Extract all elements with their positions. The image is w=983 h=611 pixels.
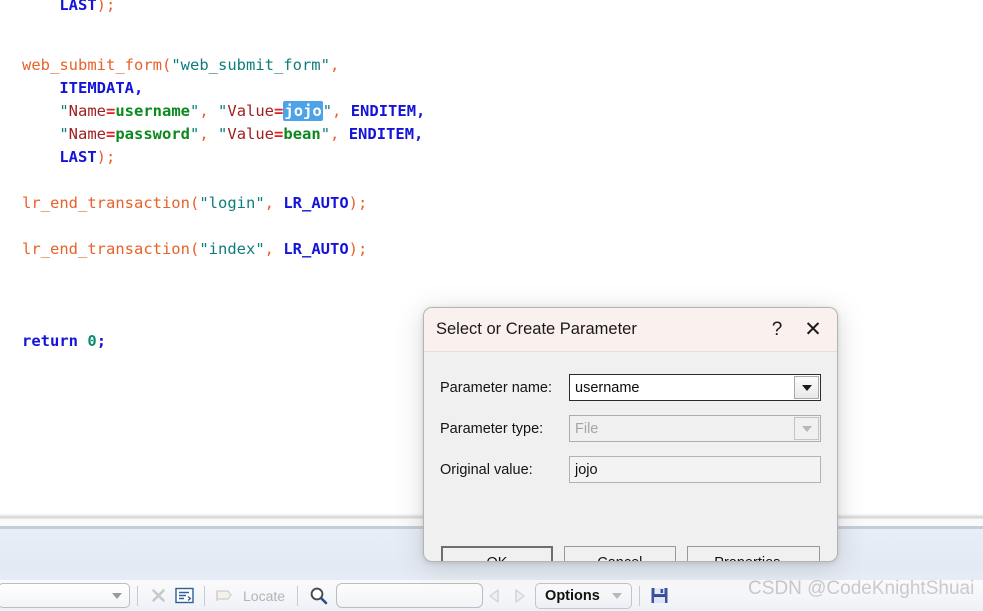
- chevron-down-icon: [801, 384, 812, 391]
- line-password: "Name=password", "Value=bean", ENDITEM,: [59, 125, 424, 143]
- navigate-forward-icon[interactable]: [507, 585, 531, 607]
- selected-text-jojo[interactable]: jojo: [283, 101, 323, 121]
- line-end-index: lr_end_transaction("index", LR_AUTO);: [22, 240, 368, 258]
- original-value-text: jojo: [575, 461, 598, 478]
- line-web-submit-form: web_submit_form("web_submit_form",: [22, 56, 340, 74]
- close-icon[interactable]: ✕: [795, 309, 831, 351]
- parameter-name-combobox[interactable]: username: [569, 374, 821, 401]
- locate-flag-icon[interactable]: [212, 585, 238, 607]
- original-value-field[interactable]: jojo: [569, 456, 821, 483]
- ok-button[interactable]: OK: [441, 546, 553, 561]
- line-return: return 0;: [22, 332, 107, 350]
- parameter-type-combobox: File: [569, 415, 821, 442]
- floppy-save-icon[interactable]: [647, 585, 673, 607]
- options-button[interactable]: Options: [535, 582, 632, 609]
- help-question-icon[interactable]: ?: [759, 309, 795, 351]
- application-window: LAST); web_submit_form("web_submit_form",…: [0, 0, 983, 611]
- parameter-name-dropdown-button[interactable]: [794, 376, 819, 399]
- line-username: "Name=username", "Value=jojo", ENDITEM,: [59, 101, 426, 121]
- locate-label: Locate: [243, 587, 286, 604]
- options-label: Options: [545, 587, 600, 604]
- toolbar-filter-combobox[interactable]: [0, 583, 130, 608]
- dialog-title: Select or Create Parameter: [436, 320, 637, 338]
- search-input[interactable]: [336, 583, 484, 608]
- close-x-icon[interactable]: [145, 585, 171, 607]
- chevron-down-icon: [112, 592, 122, 599]
- wrap-text-icon[interactable]: [171, 585, 197, 607]
- properties-button[interactable]: Properties...: [686, 546, 820, 561]
- toolbar-separator: [638, 585, 640, 606]
- select-or-create-parameter-dialog: Select or Create Parameter ? ✕ Parameter…: [423, 307, 838, 562]
- line-end-login: lr_end_transaction("login", LR_AUTO);: [22, 194, 368, 212]
- dialog-button-bar: OK Cancel Properties...: [424, 546, 837, 561]
- parameter-name-value: username: [575, 379, 640, 396]
- line-last: LAST);: [59, 148, 116, 166]
- parameter-name-field[interactable]: username: [569, 374, 821, 401]
- original-value-input[interactable]: jojo: [569, 456, 821, 483]
- parameter-type-field: File: [569, 415, 821, 442]
- parameter-name-row: Parameter name: username: [440, 374, 821, 401]
- parameter-type-value: File: [575, 420, 599, 437]
- dialog-titlebar: Select or Create Parameter ? ✕: [424, 308, 837, 352]
- original-value-row: Original value: jojo: [440, 456, 821, 483]
- line-last-top: LAST);: [59, 0, 116, 14]
- cancel-button[interactable]: Cancel: [563, 546, 676, 561]
- magnifier-icon[interactable]: [305, 585, 331, 607]
- line-itemdata: ITEMDATA,: [59, 79, 144, 97]
- toolbar-separator: [204, 585, 205, 606]
- chevron-down-icon: [801, 425, 812, 432]
- toolbar-separator: [137, 585, 138, 606]
- parameter-name-label: Parameter name:: [440, 379, 553, 396]
- parameter-type-label: Parameter type:: [440, 420, 544, 437]
- chevron-down-icon: [611, 592, 622, 599]
- navigate-back-icon[interactable]: [483, 585, 507, 607]
- original-value-label: Original value:: [440, 461, 533, 478]
- toolbar-separator: [297, 585, 299, 606]
- bottom-toolbar: Locate Options: [0, 580, 983, 611]
- parameter-type-dropdown-button: [794, 417, 819, 440]
- parameter-type-row: Parameter type: File: [440, 415, 821, 442]
